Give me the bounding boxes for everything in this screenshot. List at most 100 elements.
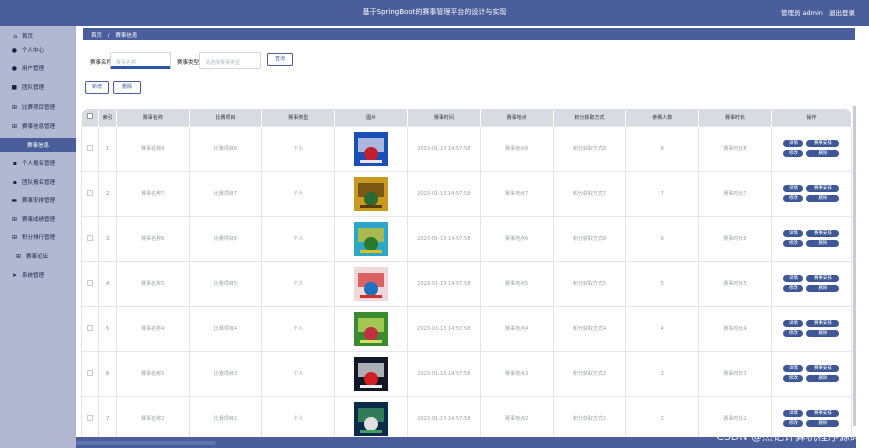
sidebar-item-9[interactable]: ▬ 赛事安排管理 — [0, 193, 76, 207]
cell-time: 2023-01-13 14:57:58 — [406, 305, 481, 352]
cell-project: 比赛项目8 — [188, 125, 263, 172]
sidebar-item-6[interactable]: 赛事信息 — [0, 138, 76, 152]
sidebar-item-8[interactable]: ▪ 团队报名管理 — [0, 175, 76, 189]
sidebar-item-5[interactable]: ⊞ 赛事信息管理 — [0, 119, 76, 133]
row-checkbox[interactable] — [81, 395, 100, 442]
row-checkbox[interactable] — [81, 125, 100, 172]
schedule-button[interactable]: 赛事安排 — [806, 320, 840, 327]
sidebar-item-label: 赛事信息管理 — [22, 124, 56, 130]
breadcrumb-home[interactable]: 首页 — [91, 33, 102, 39]
table-row: 6 赛事名称3 比赛项目3 个人 2023-01-13 14:57:58 赛事地点3 积分获… — [81, 350, 852, 397]
cell-index: 1 — [98, 125, 117, 172]
row-checkbox[interactable] — [81, 305, 100, 352]
delete-button[interactable]: 删除 — [806, 330, 840, 337]
sidebar-item-4[interactable]: ⊞ 比赛项目管理 — [0, 100, 76, 114]
cell-name: 赛事名称8 — [115, 125, 190, 172]
logout-link[interactable]: 退出登录 — [829, 9, 855, 17]
column-header: 图片 — [334, 109, 408, 126]
cell-duration: 赛事时长5 — [698, 260, 772, 307]
cell-place: 赛事地点2 — [479, 395, 554, 442]
edit-button[interactable]: 修改 — [783, 330, 804, 337]
sidebar-item-13[interactable]: ➤ 系统管理 — [0, 268, 76, 282]
cell-actions: 详情 赛事安排 修改 删除 — [770, 260, 852, 307]
table-row: 1 赛事名称8 比赛项目8 个人 2023-01-13 14:57:58 赛事地点8 积分获… — [81, 125, 852, 172]
sidebar-item-label: 个人中心 — [22, 48, 45, 54]
add-button[interactable]: 新增 — [85, 81, 109, 94]
schedule-button[interactable]: 赛事安排 — [806, 140, 840, 147]
edit-button[interactable]: 修改 — [783, 195, 804, 202]
cell-duration: 赛事时长8 — [698, 125, 772, 172]
column-header: 赛事时间 — [407, 109, 481, 126]
schedule-button[interactable]: 赛事安排 — [806, 410, 840, 417]
edit-button[interactable]: 修改 — [783, 420, 804, 427]
edit-button[interactable]: 修改 — [783, 285, 804, 292]
edit-button[interactable]: 修改 — [783, 375, 804, 382]
row-checkbox[interactable] — [81, 215, 100, 262]
delete-button[interactable]: 删除 — [806, 285, 840, 292]
event-name-input[interactable]: 赛事名称 — [110, 52, 171, 69]
delete-button[interactable]: 删除 — [806, 150, 840, 157]
grid-icon: ⊞ — [11, 103, 17, 111]
detail-button[interactable]: 详情 — [783, 365, 804, 372]
sidebar-item-1[interactable]: ● 个人中心 — [0, 43, 76, 57]
sidebar-item-10[interactable]: ⊞ 赛事成绩管理 — [0, 212, 76, 226]
column-header: 索引 — [98, 109, 117, 126]
cell-index: 2 — [98, 170, 117, 217]
cell-time: 2023-01-13 14:57:58 — [406, 170, 481, 217]
column-header: 比赛项目 — [189, 109, 263, 126]
delete-button[interactable]: 删除 — [806, 195, 840, 202]
edit-button[interactable]: 修改 — [783, 240, 804, 247]
batch-delete-button[interactable]: 删除 — [113, 81, 141, 94]
app-title: 基于SpringBoot的赛事管理平台的设计与实现 — [362, 8, 507, 16]
sidebar-item-11[interactable]: ⊞ 积分排行管理 — [0, 230, 76, 244]
cell-duration: 赛事时长6 — [698, 215, 772, 262]
cell-actions: 详情 赛事安排 修改 删除 — [770, 350, 852, 397]
detail-button[interactable]: 详情 — [783, 230, 804, 237]
detail-button[interactable]: 详情 — [783, 275, 804, 282]
column-header: 赛事时长 — [698, 109, 772, 126]
cell-project: 比赛项目3 — [188, 350, 263, 397]
delete-button[interactable]: 删除 — [806, 375, 840, 382]
event-image — [354, 221, 389, 256]
breadcrumb: 首页 / 赛事信息 — [83, 28, 855, 40]
cell-index: 3 — [98, 215, 117, 262]
schedule-button[interactable]: 赛事安排 — [806, 185, 840, 192]
sidebar-item-label: 赛事信息 — [26, 143, 49, 149]
row-checkbox[interactable] — [81, 350, 100, 397]
cell-place: 赛事地点5 — [479, 260, 554, 307]
detail-button[interactable]: 详情 — [783, 140, 804, 147]
sidebar-item-2[interactable]: ● 用户管理 — [0, 61, 76, 75]
grid-icon: ⊞ — [11, 215, 17, 223]
sidebar-item-0[interactable]: ⌂ 首页 — [0, 29, 76, 43]
detail-button[interactable]: 详情 — [783, 410, 804, 417]
cell-actions: 详情 赛事安排 修改 删除 — [770, 215, 852, 262]
cell-place: 赛事地点7 — [479, 170, 554, 217]
detail-button[interactable]: 详情 — [783, 185, 804, 192]
cell-time: 2023-01-13 14:57:58 — [406, 395, 481, 442]
top-bar: 基于SpringBoot的赛事管理平台的设计与实现 管理员 admin 退出登录 — [0, 0, 869, 26]
delete-button[interactable]: 删除 — [806, 240, 840, 247]
select-all-checkbox[interactable] — [81, 109, 100, 126]
schedule-button[interactable]: 赛事安排 — [806, 365, 840, 372]
search-button[interactable]: 查询 — [267, 53, 293, 66]
delete-button[interactable]: 删除 — [806, 420, 840, 427]
row-checkbox[interactable] — [81, 260, 100, 307]
cell-place: 赛事地点6 — [479, 215, 554, 262]
cell-count: 6 — [625, 215, 700, 262]
cell-place: 赛事地点8 — [479, 125, 554, 172]
sidebar-item-12[interactable]: ⊞ 赛事论坛 — [0, 249, 76, 263]
row-checkbox[interactable] — [81, 170, 100, 217]
cell-index: 6 — [98, 350, 117, 397]
calendar-icon: ▬ — [11, 196, 17, 204]
schedule-button[interactable]: 赛事安排 — [806, 275, 840, 282]
sidebar-item-7[interactable]: ▪ 个人报名管理 — [0, 156, 76, 170]
event-type-select[interactable]: 请选择赛事类型 — [199, 52, 261, 69]
edit-button[interactable]: 修改 — [783, 150, 804, 157]
cell-image — [334, 260, 408, 307]
schedule-button[interactable]: 赛事安排 — [806, 230, 840, 237]
sidebar-item-3[interactable]: ■ 团队管理 — [0, 80, 76, 94]
table-row: 2 赛事名称7 比赛项目7 个人 2023-01-13 14:57:58 赛事地点7 积分获… — [81, 170, 852, 217]
detail-button[interactable]: 详情 — [783, 320, 804, 327]
scrollbar-thumb[interactable] — [76, 441, 216, 445]
vertical-scrollbar[interactable] — [853, 106, 856, 426]
